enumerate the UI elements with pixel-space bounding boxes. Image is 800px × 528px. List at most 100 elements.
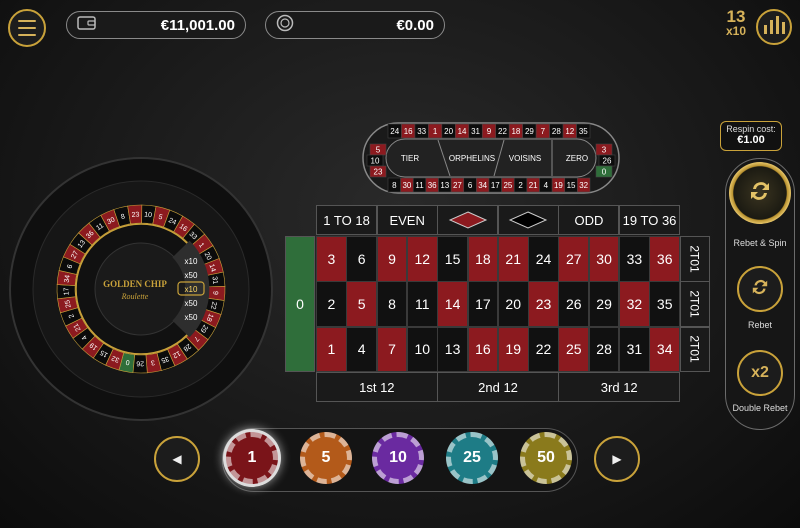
table-number-cell[interactable]: 33 — [619, 236, 650, 282]
table-number-cell[interactable]: 7 — [376, 326, 408, 373]
racetrack-number-label: 10 — [371, 157, 380, 166]
table-number-cell[interactable]: 32 — [619, 281, 650, 328]
table-number-cell[interactable]: 11 — [406, 281, 438, 328]
wheel-brand-logo: GOLDEN CHIP — [103, 279, 167, 289]
table-number-cell[interactable]: 18 — [467, 236, 499, 282]
table-number-cell[interactable]: 3 — [316, 236, 347, 282]
racetrack-number-label: 35 — [579, 127, 588, 136]
round-count: 13 — [726, 7, 746, 26]
wheel-multiplier: x50 — [185, 313, 198, 322]
racetrack-number-label: 23 — [374, 168, 383, 177]
chip-5[interactable]: 5 — [300, 432, 352, 484]
dozen-bet[interactable]: 1st 12 — [316, 372, 438, 402]
table-number-cell[interactable]: 8 — [376, 281, 408, 328]
table-number-cell[interactable]: 22 — [528, 326, 559, 373]
dozen-bet[interactable]: 2nd 12 — [437, 372, 559, 402]
racetrack-section[interactable]: TIER — [401, 154, 419, 163]
table-number-cell[interactable]: 10 — [406, 326, 438, 373]
table-zero[interactable]: 0 — [285, 236, 315, 372]
racetrack-section[interactable]: ZERO — [566, 154, 588, 163]
table-number-cell[interactable]: 29 — [588, 281, 620, 328]
table-number-cell[interactable]: 15 — [437, 236, 468, 282]
bar-icon — [775, 16, 779, 34]
table-number-cell[interactable]: 35 — [649, 281, 681, 328]
table-number-cell[interactable]: 31 — [619, 326, 650, 373]
racetrack-number-label: 2 — [518, 181, 523, 190]
racetrack-number-label: 24 — [390, 127, 399, 136]
column-bet[interactable]: 2T01 — [679, 236, 710, 282]
rebet-label: Rebet — [747, 320, 773, 330]
table-number-cell[interactable]: 27 — [558, 236, 590, 282]
outside-bet[interactable]: 19 TO 36 — [619, 205, 681, 235]
outside-bet[interactable]: ODD — [558, 205, 620, 235]
wheel-number: 26 — [136, 359, 144, 366]
wheel-number: 34 — [64, 274, 72, 283]
chevron-right-icon: ▶ — [612, 452, 622, 466]
outside-bet[interactable]: 1 TO 18 — [316, 205, 378, 235]
table-number-cell[interactable]: 24 — [528, 236, 559, 282]
dozen-bet[interactable]: 3rd 12 — [558, 372, 681, 402]
chip-prev-button[interactable]: ◀ — [154, 436, 200, 482]
double-rebet-button[interactable]: x2 — [737, 350, 783, 396]
table-number-cell[interactable]: 36 — [649, 236, 681, 282]
racetrack-section[interactable]: VOISINS — [509, 154, 541, 163]
column-bet[interactable]: 2T01 — [679, 326, 710, 373]
racetrack-number-label: 17 — [491, 181, 500, 190]
racetrack[interactable]: 24 16 33 1 20 14 31 9 22 18 29 7 28 12 35 8 30 11 36 13 27 6 3… — [362, 122, 620, 194]
chip-50[interactable]: 50 — [520, 432, 572, 484]
table-number-cell[interactable]: 21 — [497, 236, 529, 282]
table-number-cell[interactable]: 17 — [467, 281, 499, 328]
bet-display: €0.00 — [265, 11, 445, 39]
table-number-cell[interactable]: 1 — [316, 326, 347, 373]
zero-label: 0 — [296, 296, 304, 312]
wheel-multiplier: x50 — [185, 299, 198, 308]
bar-icon — [769, 20, 773, 34]
racetrack-number-label: 29 — [525, 127, 534, 136]
racetrack-number-label: 25 — [503, 181, 512, 190]
chip-next-button[interactable]: ▶ — [594, 436, 640, 482]
rebet-spin-button[interactable] — [729, 162, 791, 224]
stats-button[interactable] — [756, 9, 792, 45]
table-number-cell[interactable]: 20 — [497, 281, 529, 328]
table-number-cell[interactable]: 2 — [316, 281, 347, 328]
racetrack-number-label: 21 — [529, 181, 538, 190]
table-number-cell[interactable]: 5 — [346, 281, 378, 328]
table-number-cell[interactable]: 19 — [497, 326, 529, 373]
wheel-number: 17 — [63, 287, 70, 295]
red-diamond-icon — [448, 211, 487, 229]
table-number-cell[interactable]: 25 — [558, 326, 590, 373]
table-number-cell[interactable]: 6 — [346, 236, 378, 282]
black-bet[interactable] — [497, 205, 559, 235]
table-number-cell[interactable]: 4 — [346, 326, 378, 373]
table-number-cell[interactable]: 30 — [588, 236, 620, 282]
racetrack-number-label: 33 — [417, 127, 426, 136]
bet-value: €0.00 — [396, 16, 434, 34]
respin-cost-label: Respin cost: — [726, 124, 776, 134]
table-number-cell[interactable]: 26 — [558, 281, 590, 328]
column-bet[interactable]: 2T01 — [679, 281, 710, 328]
wheel-number: 10 — [144, 211, 153, 219]
racetrack-number-label: 0 — [602, 168, 607, 177]
menu-button[interactable] — [8, 9, 46, 47]
table-number-cell[interactable]: 34 — [649, 326, 681, 373]
table-number-cell[interactable]: 9 — [376, 236, 408, 282]
table-number-cell[interactable]: 13 — [437, 326, 468, 373]
chip-25[interactable]: 25 — [446, 432, 498, 484]
table-number-cell[interactable]: 23 — [528, 281, 559, 328]
table-number-cell[interactable]: 16 — [467, 326, 499, 373]
chip-10[interactable]: 10 — [372, 432, 424, 484]
respin-cost-value: €1.00 — [737, 134, 765, 146]
round-multiplier: x10 — [725, 24, 746, 38]
outside-bet[interactable]: EVEN — [376, 205, 438, 235]
black-diamond-icon — [509, 211, 548, 229]
table-number-cell[interactable]: 28 — [588, 326, 620, 373]
refresh-icon — [745, 176, 775, 211]
rebet-button[interactable] — [737, 266, 783, 312]
chip-1[interactable]: 1 — [226, 432, 278, 484]
wheel-number: 31 — [211, 276, 219, 285]
red-bet[interactable] — [437, 205, 499, 235]
table-number-cell[interactable]: 12 — [406, 236, 438, 282]
table-number-cell[interactable]: 14 — [437, 281, 468, 328]
racetrack-section[interactable]: ORPHELINS — [449, 154, 495, 163]
column-bet-label: 2T01 — [687, 335, 702, 364]
